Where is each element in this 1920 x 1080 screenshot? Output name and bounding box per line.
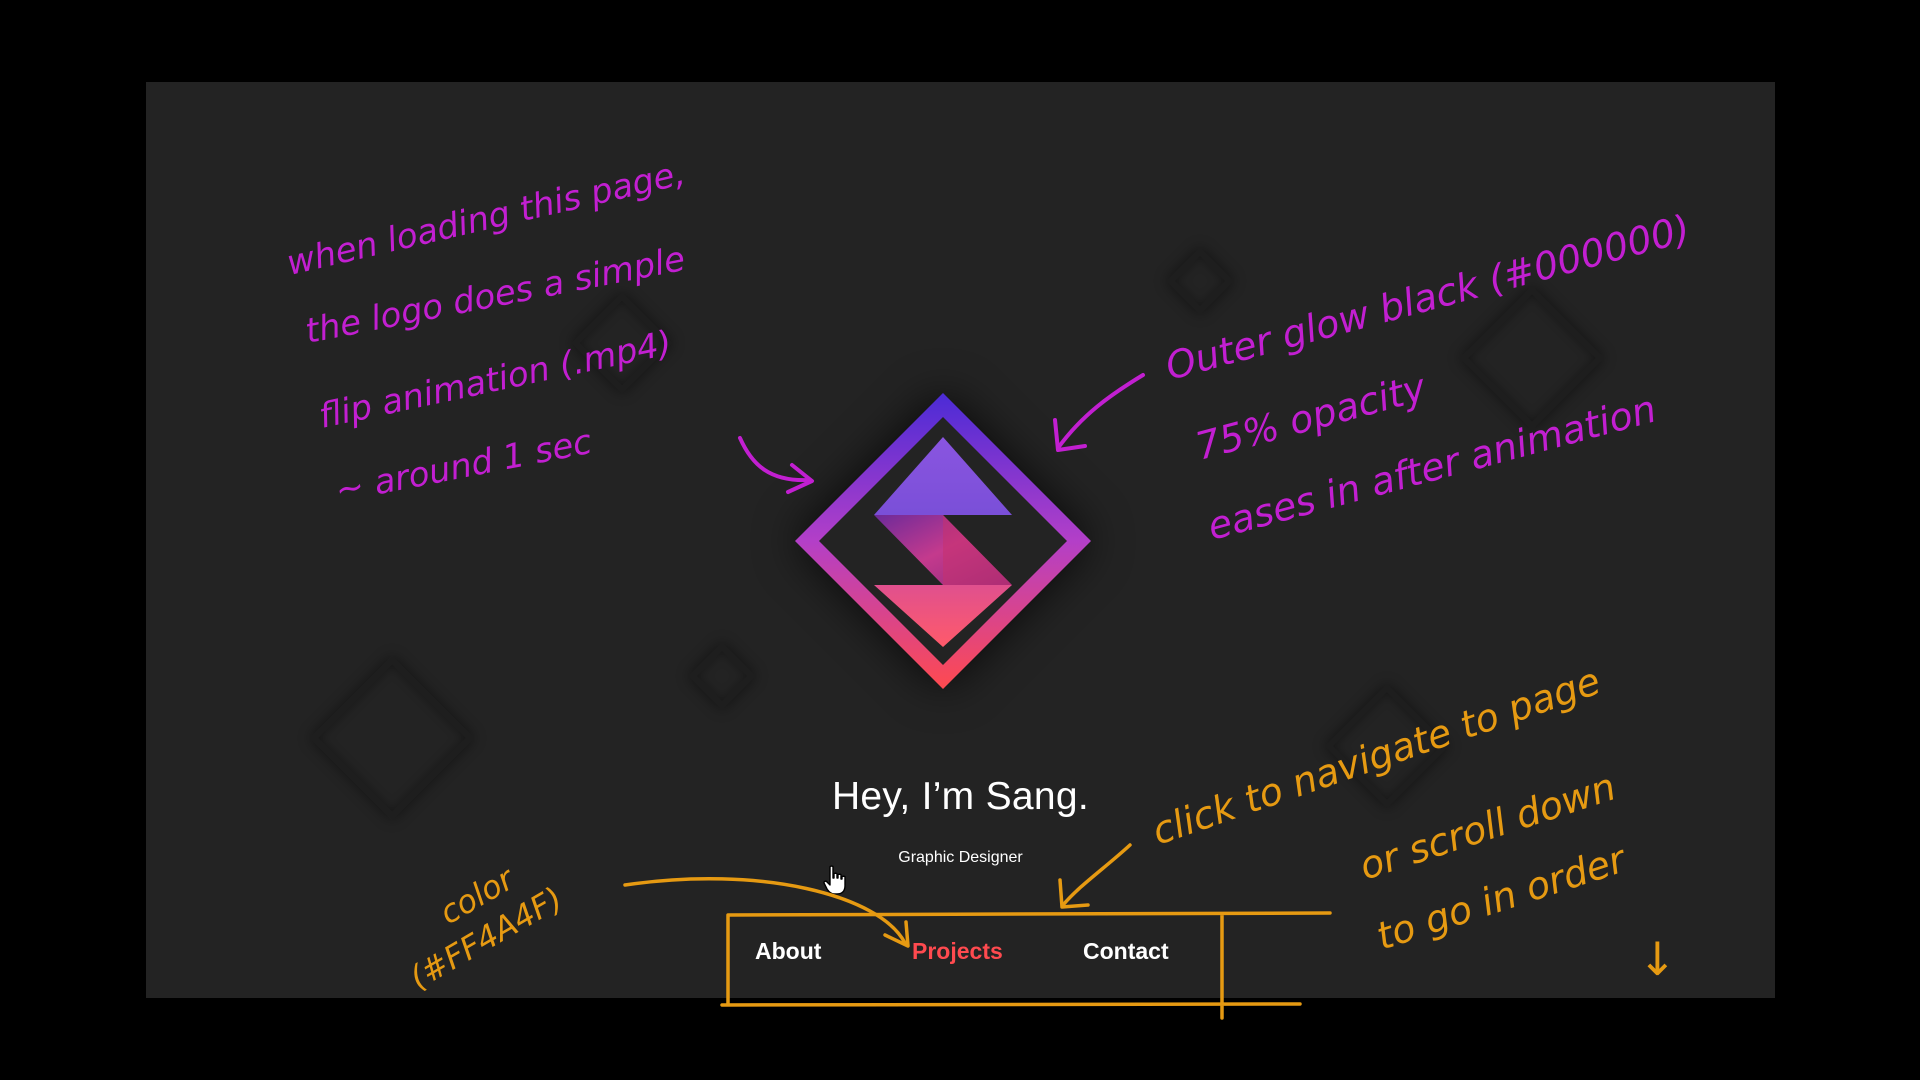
s-diamond-logo-icon bbox=[793, 391, 1093, 691]
nav-item-about[interactable]: About bbox=[755, 927, 821, 975]
background-diamond-shape bbox=[571, 292, 673, 394]
background-diamond-shape bbox=[1166, 247, 1234, 315]
hero-title: Hey, I’m Sang. bbox=[831, 775, 1090, 818]
main-nav: About Projects Contact bbox=[146, 927, 1775, 975]
nav-item-projects[interactable]: Projects bbox=[912, 927, 1003, 975]
hand-pointer-cursor-icon bbox=[823, 865, 846, 895]
hero-subtitle: Graphic Designer bbox=[898, 849, 1023, 866]
background-diamond-shape bbox=[688, 642, 756, 710]
nav-item-contact[interactable]: Contact bbox=[1083, 927, 1169, 975]
website-mockup: Hey, I’m Sang. Graphic Designer About Pr… bbox=[146, 82, 1775, 998]
background-diamond-shape bbox=[1459, 285, 1605, 431]
